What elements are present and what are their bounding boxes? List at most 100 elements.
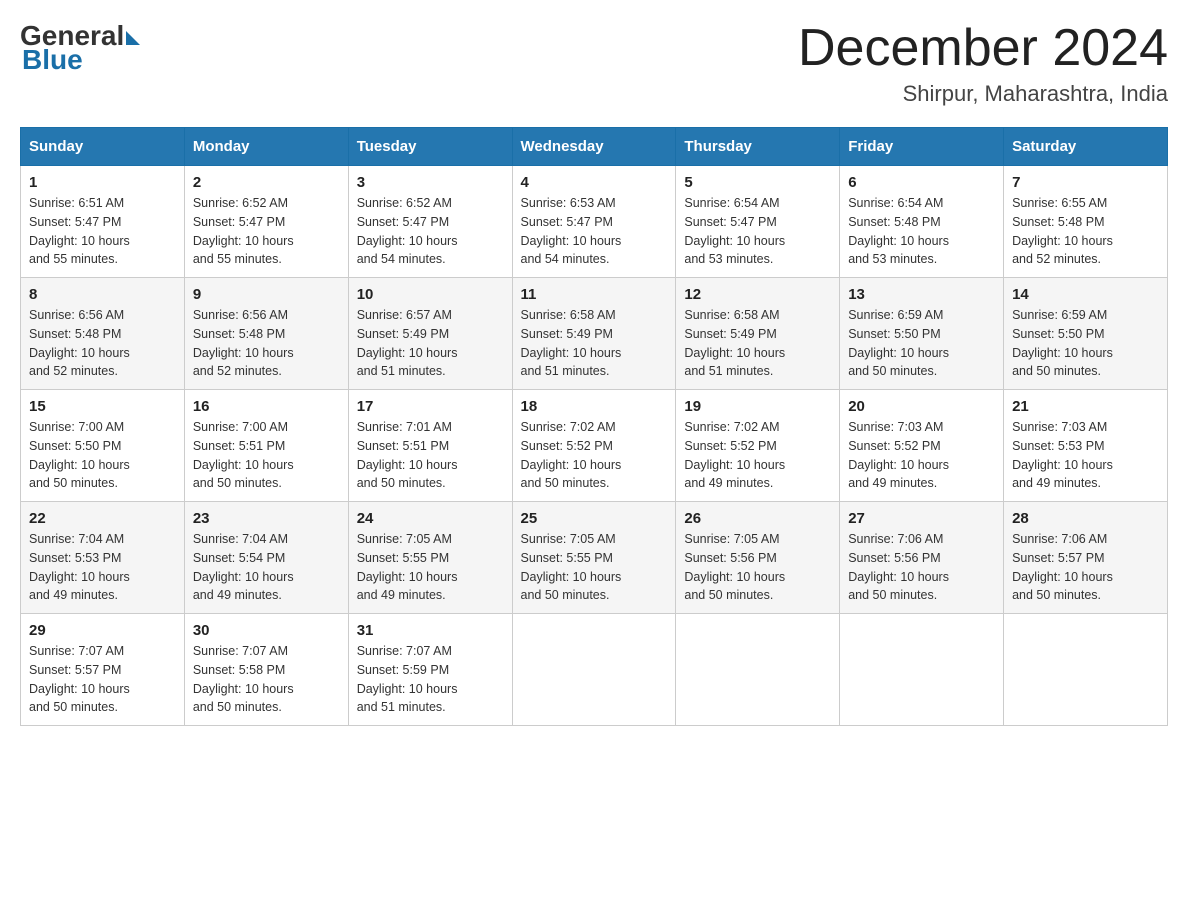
day-info: Sunrise: 7:06 AM Sunset: 5:56 PM Dayligh… <box>848 530 995 605</box>
location-subtitle: Shirpur, Maharashtra, India <box>798 81 1168 107</box>
day-number: 10 <box>357 286 504 303</box>
day-number: 12 <box>684 286 831 303</box>
day-number: 25 <box>521 510 668 527</box>
day-info: Sunrise: 7:02 AM Sunset: 5:52 PM Dayligh… <box>684 418 831 493</box>
calendar-cell: 10 Sunrise: 6:57 AM Sunset: 5:49 PM Dayl… <box>348 278 512 390</box>
day-info: Sunrise: 7:04 AM Sunset: 5:53 PM Dayligh… <box>29 530 176 605</box>
day-info: Sunrise: 6:52 AM Sunset: 5:47 PM Dayligh… <box>357 194 504 269</box>
col-friday: Friday <box>840 128 1004 166</box>
day-number: 18 <box>521 398 668 415</box>
day-number: 20 <box>848 398 995 415</box>
calendar-cell: 2 Sunrise: 6:52 AM Sunset: 5:47 PM Dayli… <box>184 166 348 278</box>
day-number: 3 <box>357 174 504 191</box>
calendar-cell: 9 Sunrise: 6:56 AM Sunset: 5:48 PM Dayli… <box>184 278 348 390</box>
day-number: 14 <box>1012 286 1159 303</box>
day-info: Sunrise: 7:07 AM Sunset: 5:59 PM Dayligh… <box>357 642 504 717</box>
calendar-header: Sunday Monday Tuesday Wednesday Thursday… <box>21 128 1168 166</box>
day-number: 22 <box>29 510 176 527</box>
calendar-cell: 22 Sunrise: 7:04 AM Sunset: 5:53 PM Dayl… <box>21 502 185 614</box>
day-number: 26 <box>684 510 831 527</box>
calendar-cell: 19 Sunrise: 7:02 AM Sunset: 5:52 PM Dayl… <box>676 390 840 502</box>
logo: General Blue <box>20 20 140 76</box>
day-info: Sunrise: 6:58 AM Sunset: 5:49 PM Dayligh… <box>684 306 831 381</box>
title-area: December 2024 Shirpur, Maharashtra, Indi… <box>798 20 1168 107</box>
calendar-cell: 16 Sunrise: 7:00 AM Sunset: 5:51 PM Dayl… <box>184 390 348 502</box>
day-info: Sunrise: 6:57 AM Sunset: 5:49 PM Dayligh… <box>357 306 504 381</box>
calendar-cell: 3 Sunrise: 6:52 AM Sunset: 5:47 PM Dayli… <box>348 166 512 278</box>
day-number: 15 <box>29 398 176 415</box>
day-info: Sunrise: 7:03 AM Sunset: 5:52 PM Dayligh… <box>848 418 995 493</box>
day-info: Sunrise: 6:52 AM Sunset: 5:47 PM Dayligh… <box>193 194 340 269</box>
calendar-cell: 14 Sunrise: 6:59 AM Sunset: 5:50 PM Dayl… <box>1004 278 1168 390</box>
day-info: Sunrise: 7:05 AM Sunset: 5:55 PM Dayligh… <box>357 530 504 605</box>
col-saturday: Saturday <box>1004 128 1168 166</box>
week-row-2: 8 Sunrise: 6:56 AM Sunset: 5:48 PM Dayli… <box>21 278 1168 390</box>
week-row-4: 22 Sunrise: 7:04 AM Sunset: 5:53 PM Dayl… <box>21 502 1168 614</box>
col-sunday: Sunday <box>21 128 185 166</box>
calendar-cell: 24 Sunrise: 7:05 AM Sunset: 5:55 PM Dayl… <box>348 502 512 614</box>
day-info: Sunrise: 6:51 AM Sunset: 5:47 PM Dayligh… <box>29 194 176 269</box>
week-row-3: 15 Sunrise: 7:00 AM Sunset: 5:50 PM Dayl… <box>21 390 1168 502</box>
day-info: Sunrise: 7:05 AM Sunset: 5:55 PM Dayligh… <box>521 530 668 605</box>
calendar-cell: 31 Sunrise: 7:07 AM Sunset: 5:59 PM Dayl… <box>348 614 512 726</box>
header-row: Sunday Monday Tuesday Wednesday Thursday… <box>21 128 1168 166</box>
day-info: Sunrise: 6:54 AM Sunset: 5:47 PM Dayligh… <box>684 194 831 269</box>
day-number: 2 <box>193 174 340 191</box>
day-number: 11 <box>521 286 668 303</box>
calendar-cell <box>1004 614 1168 726</box>
day-info: Sunrise: 7:05 AM Sunset: 5:56 PM Dayligh… <box>684 530 831 605</box>
calendar-cell <box>676 614 840 726</box>
day-number: 9 <box>193 286 340 303</box>
day-info: Sunrise: 7:00 AM Sunset: 5:51 PM Dayligh… <box>193 418 340 493</box>
calendar-cell: 23 Sunrise: 7:04 AM Sunset: 5:54 PM Dayl… <box>184 502 348 614</box>
calendar-cell: 27 Sunrise: 7:06 AM Sunset: 5:56 PM Dayl… <box>840 502 1004 614</box>
day-info: Sunrise: 6:56 AM Sunset: 5:48 PM Dayligh… <box>29 306 176 381</box>
day-info: Sunrise: 6:58 AM Sunset: 5:49 PM Dayligh… <box>521 306 668 381</box>
day-info: Sunrise: 6:55 AM Sunset: 5:48 PM Dayligh… <box>1012 194 1159 269</box>
calendar-cell: 6 Sunrise: 6:54 AM Sunset: 5:48 PM Dayli… <box>840 166 1004 278</box>
col-wednesday: Wednesday <box>512 128 676 166</box>
day-info: Sunrise: 7:06 AM Sunset: 5:57 PM Dayligh… <box>1012 530 1159 605</box>
logo-blue-text: Blue <box>20 44 140 76</box>
calendar-cell: 17 Sunrise: 7:01 AM Sunset: 5:51 PM Dayl… <box>348 390 512 502</box>
day-info: Sunrise: 7:03 AM Sunset: 5:53 PM Dayligh… <box>1012 418 1159 493</box>
calendar-cell: 26 Sunrise: 7:05 AM Sunset: 5:56 PM Dayl… <box>676 502 840 614</box>
day-number: 4 <box>521 174 668 191</box>
week-row-5: 29 Sunrise: 7:07 AM Sunset: 5:57 PM Dayl… <box>21 614 1168 726</box>
day-info: Sunrise: 7:02 AM Sunset: 5:52 PM Dayligh… <box>521 418 668 493</box>
day-number: 28 <box>1012 510 1159 527</box>
day-number: 16 <box>193 398 340 415</box>
calendar-cell: 1 Sunrise: 6:51 AM Sunset: 5:47 PM Dayli… <box>21 166 185 278</box>
day-number: 30 <box>193 622 340 639</box>
day-number: 1 <box>29 174 176 191</box>
day-info: Sunrise: 6:56 AM Sunset: 5:48 PM Dayligh… <box>193 306 340 381</box>
page-header: General Blue December 2024 Shirpur, Maha… <box>20 20 1168 107</box>
day-number: 29 <box>29 622 176 639</box>
calendar-cell: 28 Sunrise: 7:06 AM Sunset: 5:57 PM Dayl… <box>1004 502 1168 614</box>
calendar-table: Sunday Monday Tuesday Wednesday Thursday… <box>20 127 1168 726</box>
calendar-body: 1 Sunrise: 6:51 AM Sunset: 5:47 PM Dayli… <box>21 166 1168 726</box>
calendar-cell <box>512 614 676 726</box>
col-tuesday: Tuesday <box>348 128 512 166</box>
calendar-cell: 20 Sunrise: 7:03 AM Sunset: 5:52 PM Dayl… <box>840 390 1004 502</box>
day-info: Sunrise: 7:01 AM Sunset: 5:51 PM Dayligh… <box>357 418 504 493</box>
calendar-cell: 25 Sunrise: 7:05 AM Sunset: 5:55 PM Dayl… <box>512 502 676 614</box>
day-number: 19 <box>684 398 831 415</box>
week-row-1: 1 Sunrise: 6:51 AM Sunset: 5:47 PM Dayli… <box>21 166 1168 278</box>
day-number: 24 <box>357 510 504 527</box>
calendar-cell: 5 Sunrise: 6:54 AM Sunset: 5:47 PM Dayli… <box>676 166 840 278</box>
day-info: Sunrise: 6:54 AM Sunset: 5:48 PM Dayligh… <box>848 194 995 269</box>
day-info: Sunrise: 7:04 AM Sunset: 5:54 PM Dayligh… <box>193 530 340 605</box>
calendar-cell <box>840 614 1004 726</box>
day-number: 31 <box>357 622 504 639</box>
day-info: Sunrise: 6:59 AM Sunset: 5:50 PM Dayligh… <box>1012 306 1159 381</box>
calendar-cell: 8 Sunrise: 6:56 AM Sunset: 5:48 PM Dayli… <box>21 278 185 390</box>
day-number: 21 <box>1012 398 1159 415</box>
day-number: 7 <box>1012 174 1159 191</box>
day-info: Sunrise: 6:53 AM Sunset: 5:47 PM Dayligh… <box>521 194 668 269</box>
day-info: Sunrise: 7:07 AM Sunset: 5:58 PM Dayligh… <box>193 642 340 717</box>
day-number: 23 <box>193 510 340 527</box>
calendar-cell: 21 Sunrise: 7:03 AM Sunset: 5:53 PM Dayl… <box>1004 390 1168 502</box>
day-info: Sunrise: 7:07 AM Sunset: 5:57 PM Dayligh… <box>29 642 176 717</box>
calendar-cell: 30 Sunrise: 7:07 AM Sunset: 5:58 PM Dayl… <box>184 614 348 726</box>
